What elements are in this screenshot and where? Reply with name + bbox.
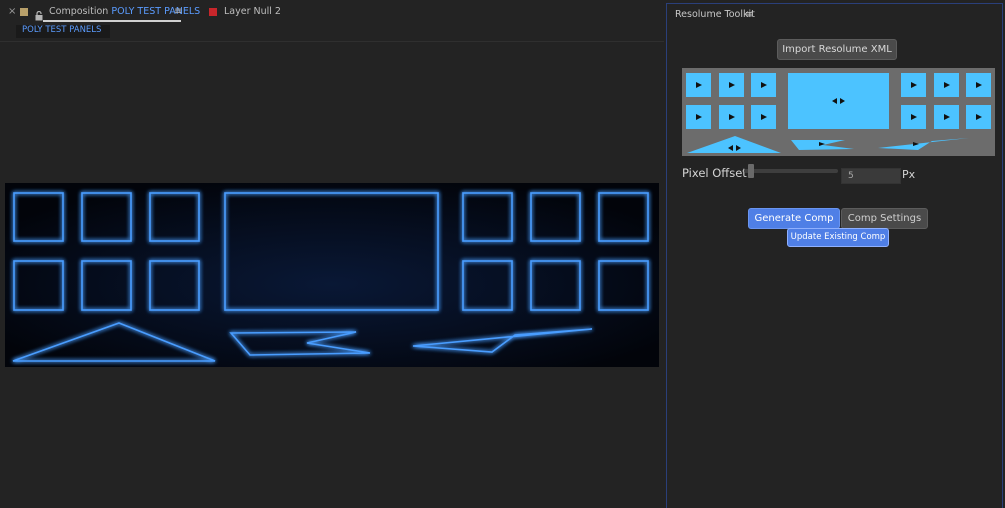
- tab-comp-name: POLY TEST PANELS: [111, 6, 201, 17]
- composition-viewer[interactable]: [5, 183, 659, 367]
- label-color-swatch: [20, 8, 28, 16]
- pixel-offset-slider-track[interactable]: [744, 169, 838, 173]
- resolume-toolkit-panel: Resolume Toolkit ≡ Import Resolume XML P…: [666, 3, 1003, 508]
- pixel-offset-label: Pixel Offset: [682, 166, 747, 180]
- neon-panels-render: [5, 183, 659, 367]
- divider: [0, 41, 664, 42]
- preview-slice: [687, 136, 781, 153]
- comp-settings-button[interactable]: Comp Settings: [841, 208, 928, 229]
- tab-prefix: Composition: [49, 6, 109, 17]
- close-tab-icon[interactable]: ×: [8, 6, 16, 17]
- unit-label: Px: [902, 168, 916, 181]
- preview-slice: [878, 138, 969, 150]
- preview-svg: [686, 73, 991, 153]
- layer-color-swatch: [209, 8, 217, 16]
- panel-menu-icon[interactable]: ≡: [745, 9, 753, 20]
- pixel-offset-input[interactable]: [841, 168, 901, 184]
- active-tab-indicator: [43, 20, 181, 22]
- pixel-offset-slider-handle[interactable]: [748, 164, 755, 178]
- composition-panel: × Composition POLY TEST PANELS ≡ Layer N…: [0, 0, 664, 508]
- tab-layer[interactable]: Layer Null 2: [224, 6, 281, 17]
- composition-tab-bar: × Composition POLY TEST PANELS ≡ Layer N…: [0, 0, 664, 24]
- generate-comp-button[interactable]: Generate Comp: [748, 208, 840, 229]
- update-existing-comp-button[interactable]: Update Existing Comp: [787, 228, 889, 247]
- preview-slice: [788, 73, 889, 129]
- layout-preview: [682, 68, 995, 156]
- panel-menu-icon[interactable]: ≡: [174, 6, 182, 17]
- panel-title: Resolume Toolkit: [675, 9, 755, 20]
- breadcrumb-label: POLY TEST PANELS: [22, 25, 102, 35]
- import-xml-button[interactable]: Import Resolume XML: [777, 39, 897, 60]
- breadcrumb[interactable]: POLY TEST PANELS: [16, 25, 110, 38]
- preview-slice: [791, 140, 854, 150]
- lock-icon[interactable]: [35, 6, 43, 21]
